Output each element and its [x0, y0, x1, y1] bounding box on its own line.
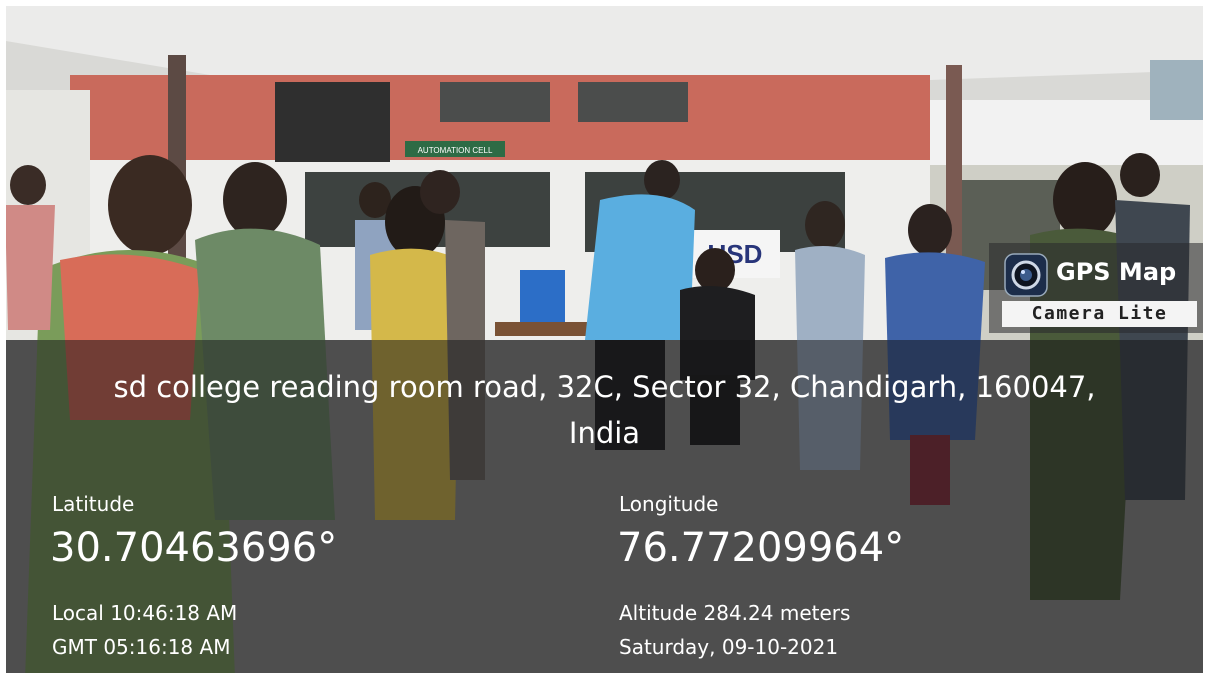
local-time: Local 10:46:18 AM	[52, 601, 238, 625]
camera-lens-icon	[1004, 253, 1048, 297]
latitude-label: Latitude	[52, 492, 135, 516]
address-line-2: India	[568, 416, 641, 450]
date: Saturday, 09-10-2021	[619, 635, 839, 659]
window	[275, 82, 390, 162]
address: sd college reading room road, 32C, Secto…	[6, 364, 1203, 456]
ppe-gown	[585, 194, 695, 340]
gmt-time: GMT 05:16:18 AM	[52, 635, 231, 659]
svg-text:AUTOMATION CELL: AUTOMATION CELL	[418, 146, 493, 155]
longitude-value: 76.77209964°	[617, 525, 905, 571]
badge-title: GPS Map	[1056, 258, 1177, 286]
cooler-box	[520, 270, 565, 322]
geotagged-photo: AUTOMATION CELL USD GPS Map Camera Lite …	[0, 0, 1209, 679]
badge-subtitle: Camera Lite	[1002, 301, 1197, 327]
altitude: Altitude 284.24 meters	[619, 601, 851, 625]
longitude-label: Longitude	[619, 492, 719, 516]
latitude-value: 30.70463696°	[50, 525, 338, 571]
address-line-1: sd college reading room road, 32C, Secto…	[113, 370, 1096, 404]
